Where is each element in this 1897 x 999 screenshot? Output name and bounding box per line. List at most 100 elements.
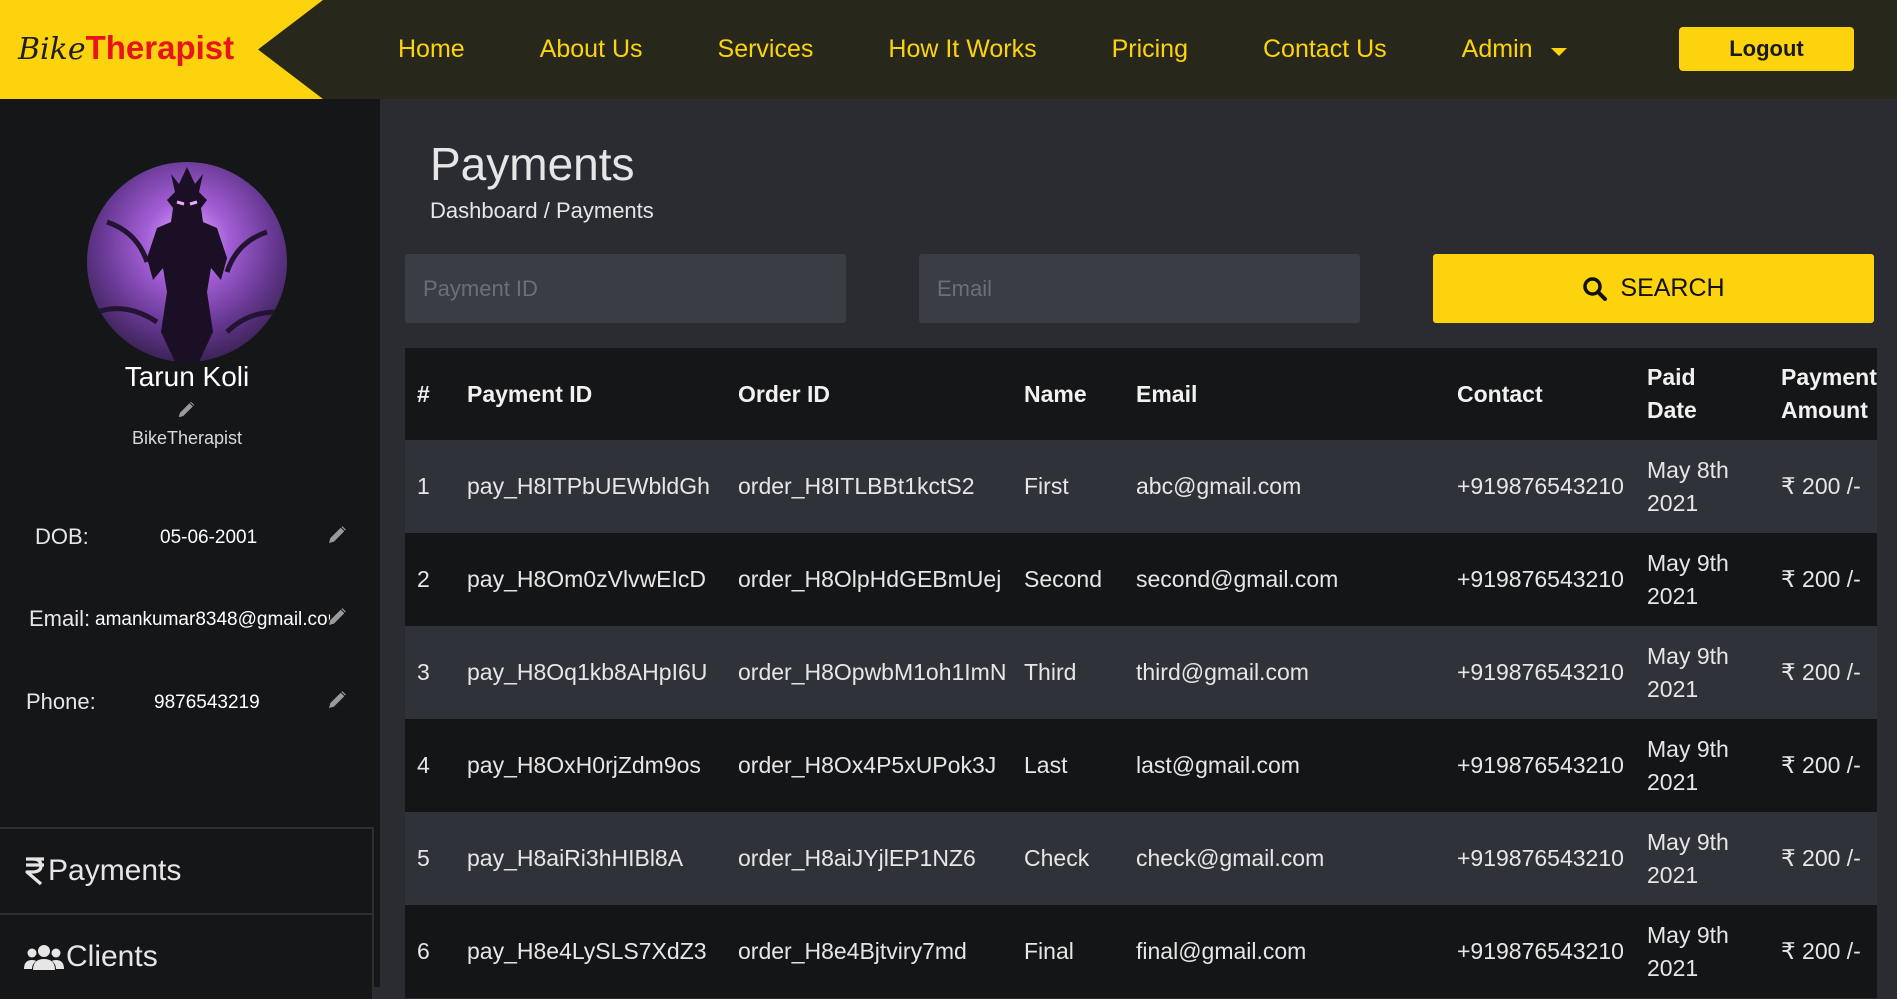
cell-name: Third <box>1024 659 1077 685</box>
header-order-id: Order ID <box>738 380 831 407</box>
search-icon <box>1583 276 1608 301</box>
cell-number: 3 <box>417 659 430 685</box>
cell-name: Check <box>1024 845 1090 871</box>
logo-area: BikeTherapist <box>0 0 323 99</box>
users-icon <box>24 943 64 971</box>
table-row[interactable]: 2 pay_H8Om0zVlvwEIcD order_H8OlpHdGEBmUe… <box>405 533 1877 626</box>
email-value: amankumar8348@gmail.com <box>95 609 330 630</box>
cell-order-id: order_H8OpwbM1oh1ImN <box>738 659 1007 685</box>
search-button[interactable]: SEARCH <box>1433 254 1874 323</box>
nav-how-it-works[interactable]: How It Works <box>888 35 1036 64</box>
payment-id-input[interactable] <box>405 254 846 323</box>
search-button-label: SEARCH <box>1620 274 1725 302</box>
cell-payment-id: pay_H8aiRi3hHIBl8A <box>467 845 684 871</box>
nav-home[interactable]: Home <box>398 35 465 64</box>
sidebar: Tarun Koli BikeTherapist DOB: 05-06-2001… <box>0 99 380 999</box>
cell-name: Last <box>1024 752 1068 778</box>
edit-phone-pencil-icon[interactable] <box>325 686 351 717</box>
cell-payment-id: pay_H8ITPbUEWbldGh <box>467 473 710 499</box>
cell-payment-amount: ₹ 200 /- <box>1781 845 1861 871</box>
edit-email-pencil-icon[interactable] <box>325 603 351 634</box>
cell-order-id: order_H8e4Bjtviry7md <box>738 938 967 964</box>
sidebar-item-payments-label: Payments <box>48 854 182 887</box>
cell-payment-amount: ₹ 200 /- <box>1781 473 1861 499</box>
brand-logo[interactable]: BikeTherapist <box>18 28 234 70</box>
top-navbar: BikeTherapist Home About Us Services How… <box>0 0 1897 99</box>
header-payment-id: Payment ID <box>467 380 593 407</box>
table-row[interactable]: 5 pay_H8aiRi3hHIBl8A order_H8aiJYjlEP1NZ… <box>405 812 1877 905</box>
caret-down-icon <box>1550 47 1567 56</box>
avatar <box>87 162 287 362</box>
cell-payment-id: pay_H8e4LySLS7XdZ3 <box>467 938 707 964</box>
cell-paid-date: May 9th 2021 <box>1647 642 1729 702</box>
cell-payment-amount: ₹ 200 /- <box>1781 752 1861 778</box>
cell-number: 5 <box>417 845 430 871</box>
cell-number: 6 <box>417 938 430 964</box>
cell-number: 4 <box>417 752 430 778</box>
header-number: # <box>417 380 430 407</box>
dob-label: DOB: <box>35 524 89 549</box>
cell-email: second@gmail.com <box>1136 566 1339 592</box>
email-label: Email: <box>29 606 91 631</box>
cell-paid-date: May 9th 2021 <box>1647 921 1729 981</box>
logout-button[interactable]: Logout <box>1679 27 1854 71</box>
cell-contact: +919876543210 <box>1457 752 1624 778</box>
cell-order-id: order_H8ITLBBt1kctS2 <box>738 473 975 499</box>
cell-paid-date: May 9th 2021 <box>1647 549 1729 609</box>
cell-order-id: order_H8OlpHdGEBmUej <box>738 566 1002 592</box>
cell-order-id: order_H8Ox4P5xUPok3J <box>738 752 997 778</box>
payments-table: # Payment ID Order ID Name Email Contact… <box>405 348 1877 998</box>
cell-contact: +919876543210 <box>1457 473 1624 499</box>
cell-contact: +919876543210 <box>1457 845 1624 871</box>
table-row[interactable]: 1 pay_H8ITPbUEWbldGh order_H8ITLBBt1kctS… <box>405 440 1877 533</box>
main-content: Payments Dashboard / Payments SEARCH # P… <box>380 99 1897 998</box>
table-header-row: # Payment ID Order ID Name Email Contact… <box>405 348 1877 440</box>
brand-logo-part2: Therapist <box>85 29 235 66</box>
email-row: Email: amankumar8348@gmail.com <box>0 606 374 646</box>
cell-contact: +919876543210 <box>1457 566 1624 592</box>
phone-label: Phone: <box>26 689 96 714</box>
cell-payment-id: pay_H8OxH0rjZdm9os <box>467 752 701 778</box>
profile-name: Tarun Koli <box>124 361 250 392</box>
dob-value: 05-06-2001 <box>160 527 258 548</box>
cell-email: final@gmail.com <box>1136 938 1307 964</box>
cell-name: Second <box>1024 566 1103 592</box>
phone-row: Phone: 9876543219 <box>0 689 374 729</box>
cell-email: abc@gmail.com <box>1136 473 1302 499</box>
cell-payment-id: pay_H8Om0zVlvwEIcD <box>467 566 707 592</box>
table-row[interactable]: 6 pay_H8e4LySLS7XdZ3 order_H8e4Bjtviry7m… <box>405 905 1877 998</box>
cell-number: 2 <box>417 566 430 592</box>
header-name: Name <box>1024 380 1087 407</box>
cell-email: third@gmail.com <box>1136 659 1309 685</box>
edit-name-pencil-icon[interactable] <box>175 397 199 426</box>
nav-links: Home About Us Services How It Works Pric… <box>398 0 1567 99</box>
phone-value: 9876543219 <box>154 692 260 713</box>
nav-admin-dropdown[interactable]: Admin <box>1462 35 1567 64</box>
cell-paid-date: May 9th 2021 <box>1647 735 1729 795</box>
breadcrumb[interactable]: Dashboard / Payments <box>430 198 654 224</box>
nav-about-us[interactable]: About Us <box>540 35 643 64</box>
cell-payment-amount: ₹ 200 /- <box>1781 938 1861 964</box>
nav-pricing[interactable]: Pricing <box>1112 35 1188 64</box>
cell-number: 1 <box>417 473 430 499</box>
cell-name: First <box>1024 473 1069 499</box>
rupee-icon <box>24 856 46 886</box>
page-title: Payments <box>430 138 635 190</box>
dob-row: DOB: 05-06-2001 <box>0 524 374 564</box>
nav-admin-label: Admin <box>1461 35 1533 63</box>
cell-contact: +919876543210 <box>1457 938 1624 964</box>
email-search-input[interactable] <box>919 254 1360 323</box>
table-row[interactable]: 3 pay_H8Oq1kb8AHpI6U order_H8OpwbM1oh1Im… <box>405 626 1877 719</box>
cell-paid-date: May 9th 2021 <box>1647 828 1729 888</box>
sidebar-item-clients[interactable]: Clients <box>0 913 374 999</box>
profile-org: BikeTherapist <box>131 428 243 448</box>
nav-contact-us[interactable]: Contact Us <box>1263 35 1387 64</box>
nav-services[interactable]: Services <box>718 35 814 64</box>
sidebar-item-clients-label: Clients <box>66 940 158 973</box>
sidebar-item-payments[interactable]: Payments <box>0 827 374 913</box>
header-paid-date: Paid Date <box>1647 364 1697 423</box>
table-row[interactable]: 4 pay_H8OxH0rjZdm9os order_H8Ox4P5xUPok3… <box>405 719 1877 812</box>
cell-email: check@gmail.com <box>1136 845 1325 871</box>
cell-payment-amount: ₹ 200 /- <box>1781 566 1861 592</box>
edit-dob-pencil-icon[interactable] <box>325 521 351 552</box>
